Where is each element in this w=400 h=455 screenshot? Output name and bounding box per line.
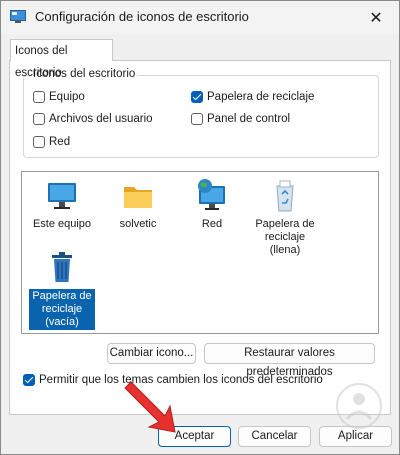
desktop-settings-icon — [10, 10, 26, 23]
title-bar[interactable]: Configuración de iconos de escritorio ✕ — [1, 1, 399, 34]
checkbox-equipo[interactable]: Equipo — [33, 91, 85, 103]
checkbox-box[interactable] — [33, 113, 45, 125]
checkbox-red[interactable]: Red — [33, 136, 70, 148]
checkbox-panel-control[interactable]: Panel de control — [191, 113, 290, 125]
network-icon — [198, 179, 225, 210]
item-label: Red — [201, 218, 223, 230]
recycle-bin-empty-icon — [52, 252, 72, 282]
list-item-este-equipo[interactable]: Este equipo — [29, 177, 95, 231]
checkbox-label: Red — [49, 136, 71, 148]
desktop-icons-list[interactable]: Este equipo solvetic Red Papelera de rec… — [21, 171, 379, 334]
monitor-icon — [48, 183, 76, 209]
watermark-logo-icon — [336, 383, 382, 429]
checkbox-box-checked[interactable] — [191, 91, 203, 103]
checkbox-box-checked[interactable] — [23, 374, 35, 386]
folder-icon — [124, 187, 152, 208]
recycle-bin-full-icon — [276, 180, 294, 212]
checkbox-papelera-reciclaje[interactable]: Papelera de reciclaje — [191, 91, 314, 103]
tab-desktop-icons[interactable]: Iconos del escritorio — [10, 39, 113, 79]
item-label: solvetic — [119, 218, 157, 230]
item-label: Este equipo — [32, 218, 92, 230]
red-arrow-icon — [124, 381, 176, 433]
checkbox-archivos-usuario[interactable]: Archivos del usuario — [33, 113, 153, 125]
list-item-papelera-llena[interactable]: Papelera de reciclaje (llena) — [252, 177, 318, 257]
change-icon-button[interactable]: Cambiar icono... — [107, 343, 196, 364]
close-icon: ✕ — [369, 9, 383, 27]
checkbox-label: Equipo — [49, 91, 85, 103]
item-label: Papelera de reciclaje (vacía) — [28, 288, 96, 331]
list-item-papelera-vacia[interactable]: Papelera de reciclaje (vacía) — [28, 248, 96, 331]
checkbox-box[interactable] — [33, 136, 45, 148]
restore-defaults-button[interactable]: Restaurar valores predeterminados — [204, 343, 375, 378]
cancel-button[interactable]: Cancelar — [238, 426, 311, 447]
item-label: Papelera de reciclaje (llena) — [255, 218, 315, 256]
dialog-window: Configuración de iconos de escritorio ✕ … — [0, 0, 400, 455]
checkbox-label: Panel de control — [207, 113, 291, 125]
checkbox-box[interactable] — [33, 91, 45, 103]
checkbox-label: Archivos del usuario — [49, 113, 153, 125]
window-title: Configuración de iconos de escritorio — [35, 9, 249, 24]
list-item-red[interactable]: Red — [179, 177, 245, 231]
list-item-solvetic[interactable]: solvetic — [105, 177, 171, 231]
checkbox-label: Papelera de reciclaje — [207, 91, 315, 103]
close-button[interactable]: ✕ — [353, 1, 399, 34]
checkbox-box[interactable] — [191, 113, 203, 125]
